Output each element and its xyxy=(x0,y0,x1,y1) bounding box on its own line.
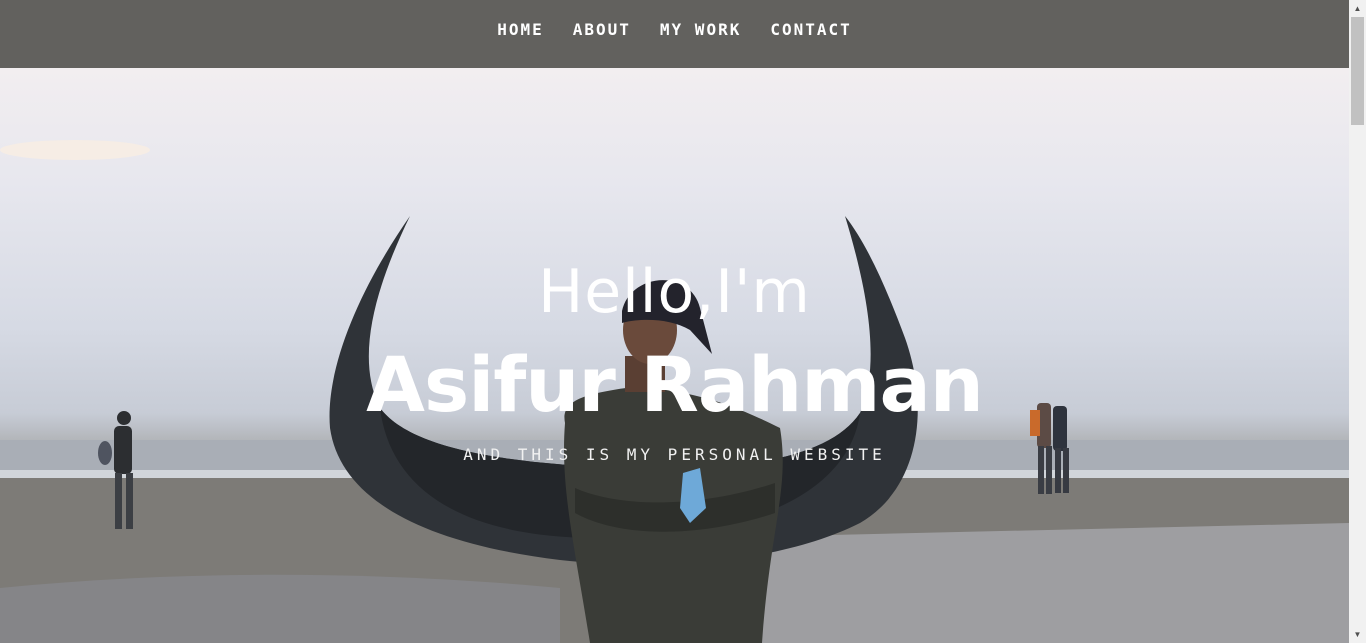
nav-link-contact[interactable]: CONTACT xyxy=(770,20,851,39)
nav-item-about: ABOUT xyxy=(573,20,631,40)
hero-content: Hello,I'm Asifur Rahman AND THIS IS MY P… xyxy=(0,68,1349,643)
main-navbar: HOME ABOUT MY WORK CONTACT xyxy=(0,0,1349,68)
nav-item-my-work: MY WORK xyxy=(660,20,741,40)
hero-tagline: AND THIS IS MY PERSONAL WEBSITE xyxy=(463,445,886,464)
nav-list: HOME ABOUT MY WORK CONTACT xyxy=(497,20,852,40)
nav-item-contact: CONTACT xyxy=(770,20,851,40)
scrollbar-thumb[interactable] xyxy=(1351,17,1364,125)
hero-greeting: Hello,I'm xyxy=(538,257,811,327)
vertical-scrollbar[interactable]: ▲ ▼ xyxy=(1349,0,1366,643)
hero-section: Hello,I'm Asifur Rahman AND THIS IS MY P… xyxy=(0,68,1349,643)
nav-link-about[interactable]: ABOUT xyxy=(573,20,631,39)
hero-name: Asifur Rahman xyxy=(366,340,984,429)
nav-item-home: HOME xyxy=(497,20,544,40)
nav-link-home[interactable]: HOME xyxy=(497,20,544,39)
scroll-up-arrow-icon[interactable]: ▲ xyxy=(1349,0,1366,17)
nav-link-my-work[interactable]: MY WORK xyxy=(660,20,741,39)
scroll-down-arrow-icon[interactable]: ▼ xyxy=(1349,626,1366,643)
